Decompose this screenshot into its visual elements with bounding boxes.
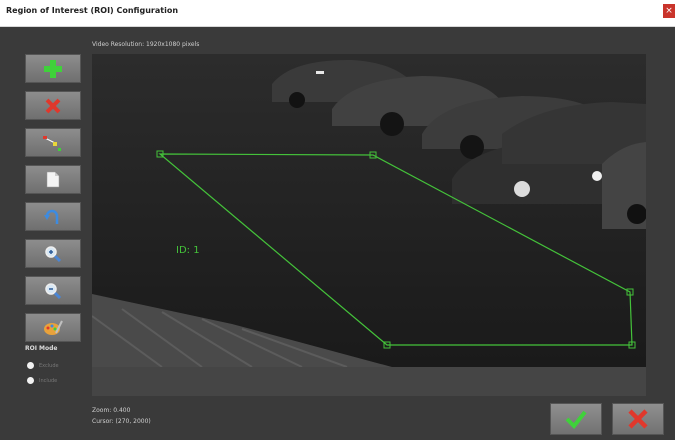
palette-icon xyxy=(44,320,63,335)
zoom-in-icon xyxy=(45,245,62,262)
video-resolution: Video Resolution: 1920x1080 pixels xyxy=(92,41,200,48)
undo-button[interactable] xyxy=(25,202,81,231)
roi-id-label: ID: 1 xyxy=(176,245,200,256)
radio-button[interactable] xyxy=(27,377,34,384)
cursor-readout: Cursor: (270, 2000) xyxy=(92,418,151,425)
delete-roi-button[interactable] xyxy=(25,91,81,120)
video-canvas[interactable]: ID: 1 xyxy=(92,54,646,367)
zoom-readout: Zoom: 0.400 xyxy=(92,407,131,414)
delete-icon xyxy=(45,98,61,113)
window-title: Region of Interest (ROI) Configuration xyxy=(6,6,179,15)
close-icon: × xyxy=(665,6,673,16)
cancel-button[interactable] xyxy=(612,403,664,435)
title-bar: Region of Interest (ROI) Configuration × xyxy=(0,0,675,27)
color-button[interactable] xyxy=(25,313,81,342)
checkmark-icon xyxy=(565,410,587,429)
edit-points-button[interactable] xyxy=(25,128,81,157)
video-status-strip xyxy=(92,367,646,396)
radio-button[interactable] xyxy=(27,362,34,369)
close-button[interactable]: × xyxy=(663,4,675,18)
roi-mode-exclude-option[interactable]: Exclude xyxy=(27,362,59,369)
zoom-out-icon xyxy=(45,282,62,299)
document-button[interactable] xyxy=(25,165,81,194)
polygon-points-icon xyxy=(43,135,61,151)
radio-label: Include xyxy=(39,377,58,384)
roi-polygon-overlay[interactable] xyxy=(92,54,646,367)
cancel-icon xyxy=(628,409,648,429)
ok-button[interactable] xyxy=(550,403,602,435)
roi-mode-label: ROI Mode xyxy=(25,345,58,352)
document-icon xyxy=(46,171,60,188)
roi-mode-include-option[interactable]: Include xyxy=(27,377,57,384)
toolbar xyxy=(25,54,83,350)
undo-icon xyxy=(44,209,59,224)
radio-label: Exclude xyxy=(39,362,59,369)
zoom-in-button[interactable] xyxy=(25,239,81,268)
add-roi-button[interactable] xyxy=(25,54,81,83)
zoom-out-button[interactable] xyxy=(25,276,81,305)
add-icon xyxy=(44,59,62,78)
